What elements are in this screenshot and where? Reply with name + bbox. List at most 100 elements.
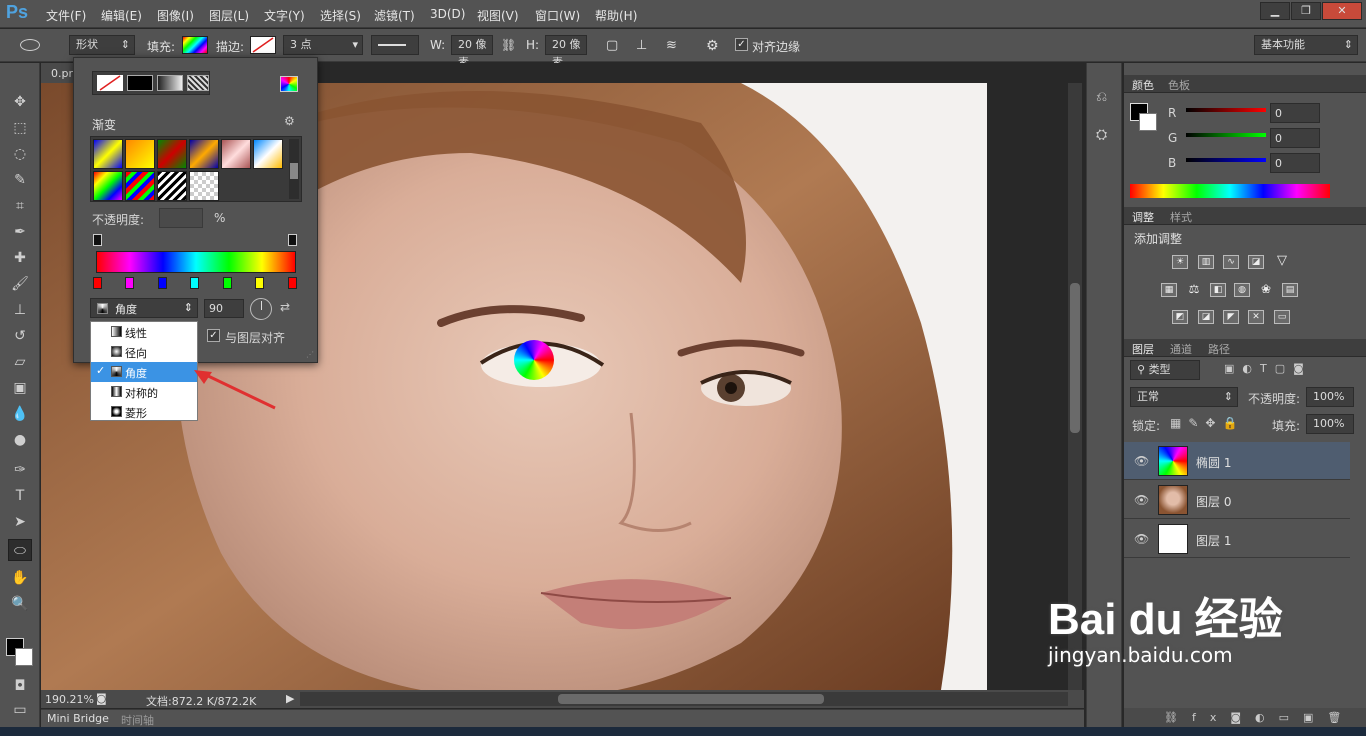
layer-row-ellipse[interactable]: 👁 椭圆 1 bbox=[1124, 442, 1350, 480]
opacity-input[interactable]: 100% bbox=[1306, 387, 1354, 407]
quick-mask-icon[interactable]: ◘ bbox=[8, 675, 32, 697]
blue-slider[interactable] bbox=[1186, 158, 1266, 162]
gradient-fill-button[interactable] bbox=[157, 75, 183, 91]
layer-name[interactable]: 图层 0 bbox=[1196, 493, 1231, 510]
gradient-preset[interactable] bbox=[93, 171, 123, 201]
red-value-input[interactable]: 0 bbox=[1270, 103, 1320, 123]
menu-view[interactable]: 视图(V) bbox=[477, 7, 519, 24]
dropdown-item-reflected[interactable]: 对称的 bbox=[91, 382, 197, 402]
menu-filter[interactable]: 滤镜(T) bbox=[374, 7, 415, 24]
opacity-stop-right[interactable] bbox=[288, 234, 297, 246]
maximize-button[interactable]: ❐ bbox=[1291, 2, 1321, 20]
invert-adjustment-icon[interactable]: ◩ bbox=[1172, 310, 1188, 324]
resize-grip-icon[interactable]: ⋰ bbox=[306, 350, 314, 359]
posterize-adjustment-icon[interactable]: ◪ bbox=[1198, 310, 1214, 324]
workspace-select[interactable]: 基本功能 ⇕ bbox=[1254, 35, 1358, 55]
stroke-swatch[interactable] bbox=[250, 36, 276, 54]
color-balance-adjustment-icon[interactable]: ⚖ bbox=[1186, 283, 1202, 297]
gradient-preset[interactable] bbox=[125, 139, 155, 169]
layer-name[interactable]: 图层 1 bbox=[1196, 532, 1231, 549]
eye-icon[interactable]: 👁 bbox=[1134, 493, 1149, 507]
healing-brush-tool-icon[interactable]: ✚ bbox=[8, 247, 32, 269]
width-input[interactable]: 20 像素 bbox=[451, 35, 493, 69]
gradient-preset[interactable] bbox=[253, 139, 283, 169]
blend-mode-select[interactable]: 正常 ⇕ bbox=[1130, 387, 1238, 407]
menu-help[interactable]: 帮助(H) bbox=[595, 7, 637, 24]
menu-edit[interactable]: 编辑(E) bbox=[101, 7, 142, 24]
color-stop[interactable] bbox=[93, 277, 102, 289]
layer-row-layer-0[interactable]: 👁 图层 0 bbox=[1124, 481, 1350, 519]
gradient-tool-icon[interactable]: ▣ bbox=[8, 377, 32, 399]
move-tool-icon[interactable]: ✥ bbox=[8, 91, 32, 113]
color-stop[interactable] bbox=[288, 277, 297, 289]
angle-input[interactable]: 90 bbox=[204, 299, 244, 318]
layers-footer-icons[interactable]: ⛓fx◙◐▭▣🗑 bbox=[1124, 708, 1366, 728]
tab-adjustments[interactable]: 调整 bbox=[1132, 209, 1154, 225]
menu-3d[interactable]: 3D(D) bbox=[430, 7, 465, 21]
properties-panel-icon[interactable]: ⛭ bbox=[1096, 127, 1107, 143]
marquee-tool-icon[interactable]: ⬚ bbox=[8, 117, 32, 139]
layer-row-layer-1[interactable]: 👁 图层 1 bbox=[1124, 520, 1350, 558]
brightness-adjustment-icon[interactable]: ☀ bbox=[1172, 255, 1188, 269]
status-info-icon[interactable]: ◙ bbox=[96, 692, 107, 705]
dodge-tool-icon[interactable]: ● bbox=[8, 429, 32, 451]
stroke-type-select[interactable] bbox=[371, 35, 419, 55]
fill-swatch[interactable] bbox=[182, 36, 208, 54]
selective-color-adjustment-icon[interactable]: ✕ bbox=[1248, 310, 1264, 324]
status-menu-arrow-icon[interactable]: ▶ bbox=[286, 692, 294, 705]
dropdown-item-angle[interactable]: ✓ 角度 bbox=[91, 362, 197, 382]
menu-layer[interactable]: 图层(L) bbox=[209, 7, 249, 24]
tab-mini-bridge[interactable]: Mini Bridge bbox=[47, 712, 109, 725]
green-value-input[interactable]: 0 bbox=[1270, 128, 1320, 148]
vibrance-adjustment-icon[interactable]: ▽ bbox=[1274, 254, 1290, 269]
angle-dial[interactable] bbox=[250, 298, 272, 320]
color-stop[interactable] bbox=[158, 277, 167, 289]
ellipse-tool-icon[interactable]: ⬭ bbox=[8, 539, 32, 561]
red-slider[interactable] bbox=[1186, 108, 1266, 112]
solid-color-button[interactable] bbox=[127, 75, 153, 91]
stroke-width-input[interactable]: 3 点 ▾ bbox=[283, 35, 363, 55]
tab-channels[interactable]: 通道 bbox=[1170, 341, 1192, 357]
curves-adjustment-icon[interactable]: ∿ bbox=[1223, 255, 1239, 269]
brush-tool-icon[interactable]: 🖌 bbox=[8, 273, 32, 295]
gradient-editor-bar[interactable] bbox=[96, 251, 296, 273]
levels-adjustment-icon[interactable]: ▥ bbox=[1198, 255, 1214, 269]
gradient-preset[interactable] bbox=[157, 139, 187, 169]
link-icon[interactable]: ⛓ bbox=[501, 38, 516, 52]
background-color-swatch[interactable] bbox=[1139, 113, 1157, 131]
menu-type[interactable]: 文字(Y) bbox=[264, 7, 305, 24]
tab-styles[interactable]: 样式 bbox=[1170, 209, 1192, 225]
reverse-gradient-icon[interactable]: ⇄ bbox=[280, 300, 290, 314]
eye-icon[interactable]: 👁 bbox=[1134, 532, 1149, 546]
tab-layers[interactable]: 图层 bbox=[1132, 341, 1154, 357]
channel-mixer-adjustment-icon[interactable]: ❀ bbox=[1258, 283, 1274, 297]
lasso-tool-icon[interactable]: ◌ bbox=[8, 143, 32, 165]
dropdown-item-linear[interactable]: 线性 bbox=[91, 322, 197, 342]
color-picker-icon[interactable] bbox=[280, 76, 298, 92]
gradient-preset[interactable] bbox=[93, 139, 123, 169]
menu-image[interactable]: 图像(I) bbox=[157, 7, 194, 24]
crop-tool-icon[interactable]: ⌗ bbox=[8, 195, 32, 217]
color-stop[interactable] bbox=[125, 277, 134, 289]
opacity-stop-left[interactable] bbox=[93, 234, 102, 246]
gear-icon[interactable]: ⚙ bbox=[284, 114, 295, 128]
hue-saturation-adjustment-icon[interactable]: ▦ bbox=[1161, 283, 1177, 297]
threshold-adjustment-icon[interactable]: ◤ bbox=[1223, 310, 1239, 324]
eraser-tool-icon[interactable]: ▱ bbox=[8, 351, 32, 373]
gradient-preset[interactable] bbox=[189, 139, 219, 169]
pen-tool-icon[interactable]: ✑ bbox=[8, 459, 32, 481]
gradient-opacity-input[interactable] bbox=[159, 208, 203, 228]
presets-scrollbar[interactable] bbox=[289, 139, 299, 199]
blur-tool-icon[interactable]: 💧 bbox=[8, 403, 32, 425]
gradient-preset[interactable] bbox=[221, 139, 251, 169]
color-stop[interactable] bbox=[223, 277, 232, 289]
gear-icon[interactable]: ⚙ bbox=[706, 38, 719, 54]
tool-mode-select[interactable]: 形状 ⇕ bbox=[69, 35, 135, 55]
hand-tool-icon[interactable]: ✋ bbox=[8, 567, 32, 589]
fill-input[interactable]: 100% bbox=[1306, 414, 1354, 434]
pattern-fill-button[interactable] bbox=[187, 75, 209, 91]
path-alignment-icon[interactable]: ⊥ bbox=[636, 38, 647, 53]
tab-color[interactable]: 颜色 bbox=[1132, 77, 1154, 93]
align-with-layer-checkbox[interactable]: ✓ bbox=[207, 329, 220, 342]
black-white-adjustment-icon[interactable]: ◧ bbox=[1210, 283, 1226, 297]
